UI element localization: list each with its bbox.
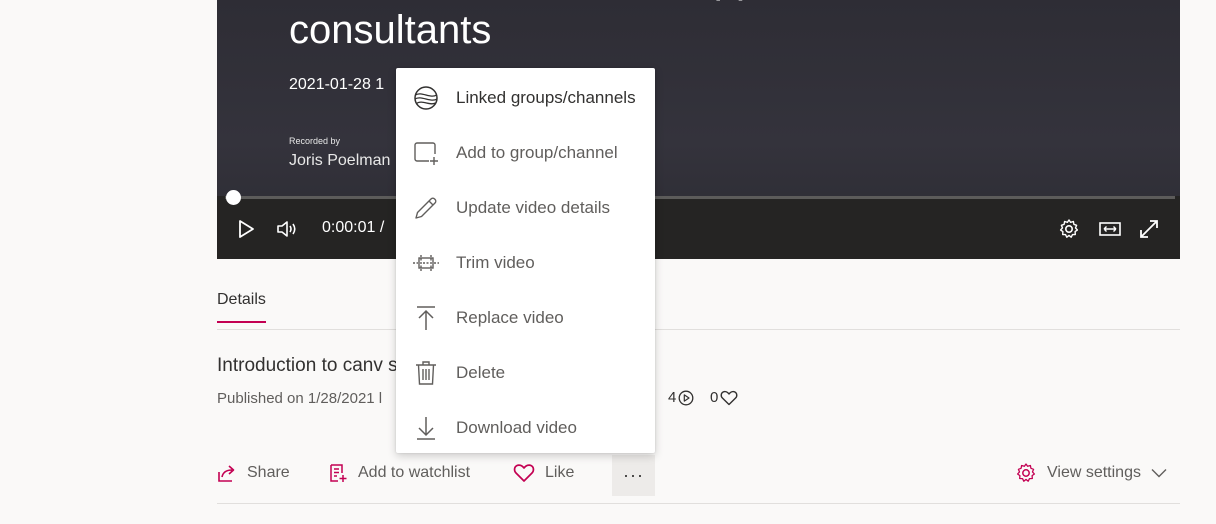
player-controls: 0:00:01 / [217,190,1180,259]
tab-details[interactable]: Details [217,291,266,323]
menu-item-label: Update video details [456,197,611,217]
share-label: Share [247,464,290,481]
menu-item-label: Replace video [456,307,564,327]
play-button[interactable] [235,218,257,240]
share-icon [218,465,235,482]
theater-mode-button[interactable] [1097,218,1123,240]
heart-outline-icon [513,464,535,482]
recorded-by-name: Joris Poelman [289,152,391,169]
play-icon [239,220,254,238]
tabs-divider [217,329,1180,330]
settings-gear-icon [1016,463,1036,482]
fullscreen-button[interactable] [1137,217,1161,241]
volume-icon [277,221,296,237]
recorded-by-label: Recorded by [289,136,341,146]
view-settings-button[interactable]: View settings [1015,462,1167,484]
menu-item-update-details[interactable]: Update video details [396,180,655,235]
watchlist-add-icon [330,464,347,482]
menu-item-label: Trim video [456,252,535,272]
action-bar-divider [217,503,1180,504]
download-icon [417,416,435,440]
globe-icon [414,85,438,110]
views-count: 4 [668,389,694,406]
menu-item-replace-video[interactable]: Replace video [396,290,655,345]
published-date: Published on 1/28/2021 l [217,390,383,407]
views-count-value: 4 [668,389,677,406]
more-options-icon: ··· [623,465,644,485]
add-to-watchlist-button[interactable]: Add to watchlist [328,463,470,483]
progress-bar[interactable] [225,190,1175,205]
menu-item-add-to-group[interactable]: Add to group/channel [396,125,655,180]
menu-item-trim-video[interactable]: Trim video [396,235,655,290]
heart-icon [720,390,738,405]
video-date-overlay: 2021-01-28 1 [289,76,385,93]
volume-button[interactable] [275,218,301,240]
share-button[interactable]: Share [217,463,290,483]
menu-item-label: Add to group/channel [456,142,618,162]
menu-item-delete[interactable]: Delete [396,345,655,400]
more-options-button[interactable]: ··· [612,455,655,496]
like-button[interactable]: Like [513,463,574,483]
menu-item-label: Delete [456,362,506,382]
replace-upload-icon [417,305,435,330]
video-title: Introduction to canv s [217,355,398,376]
gear-icon [1059,219,1079,238]
video-title-overlay: Introduction to canvas apps for CRM cons… [289,0,938,52]
watchlist-label: Add to watchlist [358,464,471,481]
likes-count-value: 0 [710,389,719,406]
settings-button[interactable] [1057,218,1081,240]
view-settings-label: View settings [1047,464,1141,481]
fullscreen-icon [1140,220,1158,238]
trash-icon [416,360,436,385]
menu-item-download-video[interactable]: Download video [396,400,655,455]
menu-item-label: Linked groups/channels [456,87,636,107]
play-circle-icon [678,390,694,405]
current-time: 0:00:01 / [322,219,385,236]
menu-item-label: Download video [456,417,577,437]
like-label: Like [545,464,575,481]
widescreen-icon [1099,222,1121,236]
progress-thumb[interactable] [226,190,241,205]
video-player[interactable]: Introduction to canvas apps for CRM cons… [217,0,1180,259]
pencil-icon [415,197,437,219]
menu-item-linked-groups[interactable]: Linked groups/channels [396,70,655,125]
more-options-menu: Linked groups/channels Add to group/chan… [396,68,655,453]
likes-count: 0 [710,389,738,406]
add-to-group-icon [414,141,438,165]
trim-icon [413,254,439,271]
chevron-down-icon [1151,469,1167,478]
